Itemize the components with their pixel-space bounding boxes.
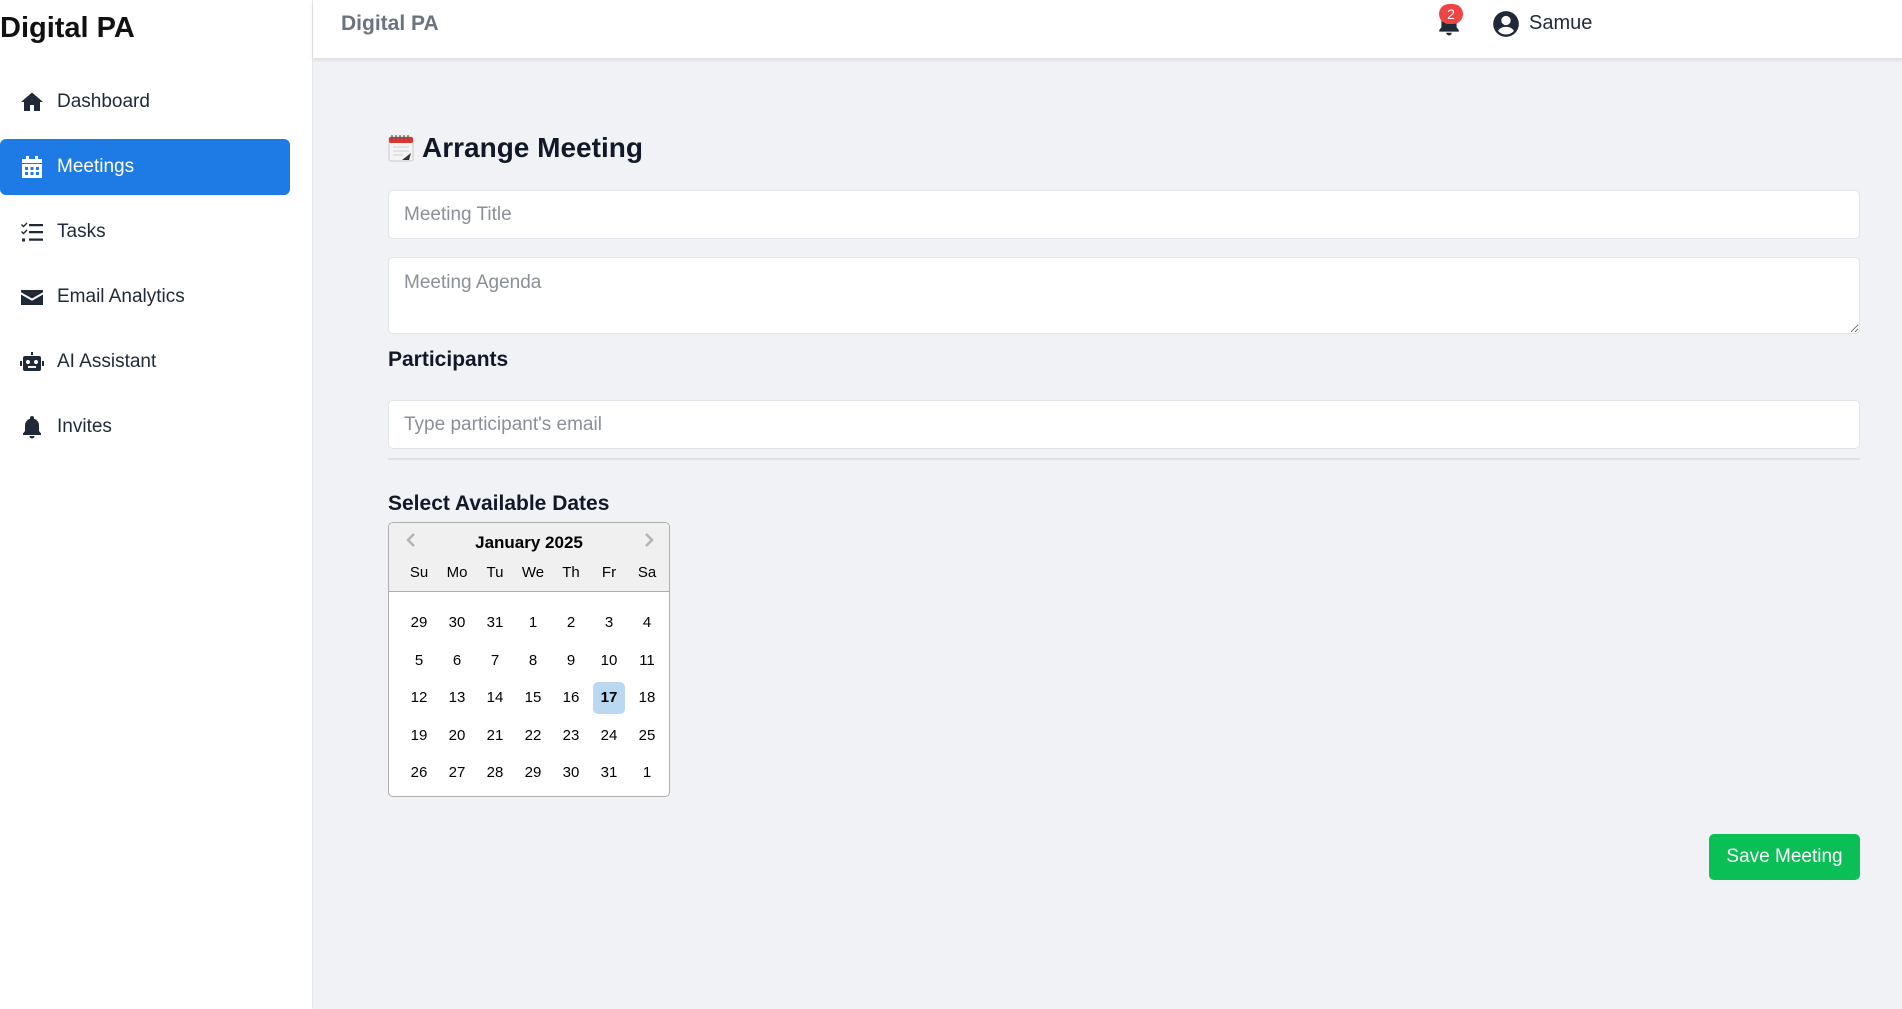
sidebar-item-label: Email Analytics xyxy=(57,286,185,307)
sidebar-item-label: AI Assistant xyxy=(57,351,157,372)
weekday-label: Th xyxy=(562,564,580,581)
calendar-day[interactable]: 27 xyxy=(441,757,473,789)
home-icon xyxy=(19,89,45,115)
calendar-day[interactable]: 1 xyxy=(517,607,549,639)
weekday-row: Su Mo Tu We Th Fr Sa xyxy=(400,564,666,581)
calendar-day[interactable]: 11 xyxy=(631,645,663,677)
calendar-day[interactable]: 9 xyxy=(555,645,587,677)
calendar-day[interactable]: 7 xyxy=(479,645,511,677)
envelope-icon xyxy=(19,284,45,310)
calendar-day[interactable]: 26 xyxy=(403,757,435,789)
calendar-day[interactable]: 16 xyxy=(555,682,587,714)
calendar-day[interactable]: 14 xyxy=(479,682,511,714)
task-list-icon xyxy=(19,219,45,245)
select-dates-label: Select Available Dates xyxy=(388,492,610,515)
calendar-day[interactable]: 13 xyxy=(441,682,473,714)
meeting-title-input[interactable] xyxy=(388,190,1860,239)
calendar-week: 19 20 21 22 23 24 25 xyxy=(400,720,666,758)
calendar-day[interactable]: 18 xyxy=(631,682,663,714)
weekday-label: Fr xyxy=(601,564,617,581)
sidebar-item-ai-assistant[interactable]: AI Assistant xyxy=(0,334,290,390)
sidebar-item-label: Meetings xyxy=(57,156,135,177)
meeting-agenda-textarea[interactable] xyxy=(388,257,1860,334)
calendar-day[interactable]: 31 xyxy=(479,607,511,639)
weekday-label: Su xyxy=(409,564,429,581)
spiral-calendar-icon xyxy=(388,135,414,162)
calendar-day[interactable]: 30 xyxy=(555,757,587,789)
calendar-week: 5 6 7 8 9 10 11 xyxy=(400,645,666,683)
sidebar-item-invites[interactable]: Invites xyxy=(0,399,290,455)
weekday-label: Tu xyxy=(486,564,504,581)
divider xyxy=(388,458,1860,460)
calendar-icon xyxy=(19,154,45,180)
weekday-label: Mo xyxy=(446,564,468,581)
user-avatar-icon[interactable] xyxy=(1492,10,1522,40)
sidebar-item-label: Tasks xyxy=(57,221,106,242)
calendar-day[interactable]: 29 xyxy=(517,757,549,789)
calendar-day[interactable]: 10 xyxy=(593,645,625,677)
page-title-text: Arrange Meeting xyxy=(422,132,643,163)
calendar-day[interactable]: 23 xyxy=(555,720,587,752)
date-picker-header: January 2025 Su Mo Tu We Th Fr Sa xyxy=(389,523,669,592)
calendar-day[interactable]: 20 xyxy=(441,720,473,752)
calendar-month-label: January 2025 xyxy=(475,533,583,552)
page-title: Arrange Meeting xyxy=(388,132,643,164)
calendar-day[interactable]: 30 xyxy=(441,607,473,639)
calendar-day[interactable]: 15 xyxy=(517,682,549,714)
robot-icon xyxy=(19,349,45,375)
sidebar: Digital PA Dashboard Meetings Tasks Emai… xyxy=(0,0,313,1009)
calendar-day[interactable]: 19 xyxy=(403,720,435,752)
notification-badge: 2 xyxy=(1439,4,1463,24)
calendar-day[interactable]: 25 xyxy=(631,720,663,752)
next-month-icon[interactable] xyxy=(639,531,661,553)
date-picker: January 2025 Su Mo Tu We Th Fr Sa 29 30 31 1 2 3 4 5 6… xyxy=(388,522,670,797)
calendar-day[interactable]: 8 xyxy=(517,645,549,677)
user-name[interactable]: Samue xyxy=(1529,12,1592,35)
calendar-day[interactable]: 31 xyxy=(593,757,625,789)
brand-logo: Digital PA xyxy=(0,12,135,44)
calendar-day[interactable]: 3 xyxy=(593,607,625,639)
calendar-day[interactable]: 5 xyxy=(403,645,435,677)
calendar-days: 29 30 31 1 2 3 4 5 6 7 8 9 10 11 12 13 14 15 16 17 18 19 20 21 2… xyxy=(400,607,666,795)
calendar-day-selected[interactable]: 17 xyxy=(593,682,625,714)
weekday-label: Sa xyxy=(637,564,657,581)
calendar-day[interactable]: 12 xyxy=(403,682,435,714)
sidebar-item-label: Invites xyxy=(57,416,112,437)
calendar-day[interactable]: 28 xyxy=(479,757,511,789)
sidebar-item-label: Dashboard xyxy=(57,91,150,112)
calendar-week: 26 27 28 29 30 31 1 xyxy=(400,757,666,795)
calendar-day[interactable]: 24 xyxy=(593,720,625,752)
sidebar-item-email-analytics[interactable]: Email Analytics xyxy=(0,269,290,325)
participant-email-input[interactable] xyxy=(388,400,1860,449)
save-meeting-button[interactable]: Save Meeting xyxy=(1709,834,1860,880)
participants-label: Participants xyxy=(388,348,509,371)
calendar-day[interactable]: 22 xyxy=(517,720,549,752)
calendar-day[interactable]: 1 xyxy=(631,757,663,789)
calendar-day[interactable]: 21 xyxy=(479,720,511,752)
sidebar-item-tasks[interactable]: Tasks xyxy=(0,204,290,260)
sidebar-nav: Dashboard Meetings Tasks Email Analytics… xyxy=(0,74,290,464)
calendar-day[interactable]: 4 xyxy=(631,607,663,639)
sidebar-item-dashboard[interactable]: Dashboard xyxy=(0,74,290,130)
calendar-week: 12 13 14 15 16 17 18 xyxy=(400,682,666,720)
sidebar-item-meetings[interactable]: Meetings xyxy=(0,139,290,195)
top-header: Digital PA xyxy=(313,0,1902,58)
calendar-week: 29 30 31 1 2 3 4 xyxy=(400,607,666,645)
weekday-label: We xyxy=(521,564,545,581)
calendar-day[interactable]: 29 xyxy=(403,607,435,639)
bell-icon xyxy=(19,414,45,440)
calendar-day[interactable]: 2 xyxy=(555,607,587,639)
calendar-day[interactable]: 6 xyxy=(441,645,473,677)
header-title: Digital PA xyxy=(341,12,439,35)
